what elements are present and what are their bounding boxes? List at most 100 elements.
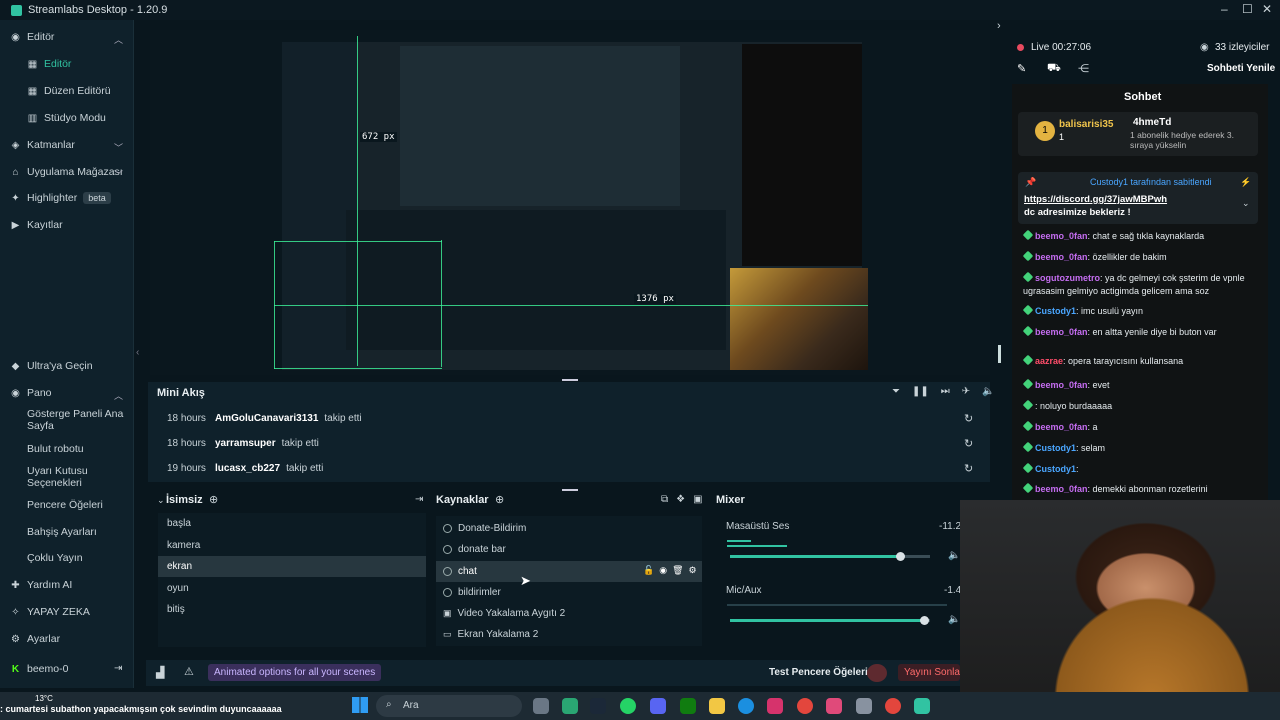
replay-icon[interactable]: ↻ (964, 412, 973, 425)
speaker-icon[interactable]: 🔈 (948, 550, 960, 561)
collapse-arrow-icon[interactable]: ‹ (136, 347, 139, 358)
sidebar-item-help-ai[interactable]: ✚ Yardım AI (10, 579, 72, 591)
speaker-icon[interactable]: 🔈 (948, 614, 960, 625)
chat-username[interactable]: beemo_0fan (1035, 380, 1088, 390)
chat-username[interactable]: beemo_0fan (1035, 327, 1088, 337)
source-item[interactable]: ▭ Ekran Yakalama 2 (443, 629, 538, 640)
unpin-icon[interactable]: ⚡ (1240, 177, 1251, 188)
edit-icon[interactable]: ✎ (1017, 62, 1026, 75)
sidebar-item-ultra[interactable]: ◆ Ultra'ya Geçin (10, 360, 93, 372)
gear-icon[interactable]: ⚙ (689, 565, 697, 576)
add-source-icon[interactable]: ⊕ (495, 493, 504, 506)
sidebar-item-cloudbot[interactable]: Bulut robotu (27, 443, 84, 455)
xbox-icon[interactable] (680, 698, 696, 714)
lock-icon[interactable]: 🔓 (643, 565, 654, 576)
record-button[interactable] (867, 664, 887, 682)
collapse-icon[interactable]: ⌄ (157, 495, 165, 506)
sidebar-item-layers[interactable]: ◈ Katmanlar (10, 139, 75, 151)
resize-handle[interactable] (998, 345, 1001, 363)
source-item[interactable]: bildirimler (443, 587, 501, 598)
sidebar-item-studio-mode[interactable]: ▥ Stüdyo Modu (27, 112, 106, 124)
scene-item[interactable]: ekran (167, 561, 192, 572)
chat-username[interactable]: Custody1 (1035, 464, 1076, 474)
taskbar-app-icon[interactable] (826, 698, 842, 714)
chevron-right-icon[interactable]: › (997, 20, 1001, 32)
chat-username[interactable]: beemo_0fan (1035, 231, 1088, 241)
replay-icon[interactable]: ↻ (964, 437, 973, 450)
sidebar-item-dashboard[interactable]: Gösterge Paneli Ana Sayfa (27, 408, 127, 432)
sidebar-item-app-store[interactable]: ⌂ Uygulama Mağazası (10, 166, 122, 178)
pinned-link[interactable]: https://discord.gg/37jawMBPwh (1024, 194, 1167, 205)
properties-icon[interactable]: ▣ (693, 494, 702, 505)
scene-item[interactable]: bitiş (167, 604, 185, 615)
sidebar-item-highlighter[interactable]: ✦ Highlighter beta (10, 192, 111, 204)
folder-icon[interactable] (709, 698, 725, 714)
volume-slider[interactable] (730, 552, 930, 561)
drag-handle[interactable] (562, 489, 578, 491)
chat-username[interactable]: beemo_0fan (1035, 422, 1088, 432)
mute-alerts-icon[interactable]: ✈ (962, 386, 970, 397)
source-item[interactable]: Donate-Bildirim (443, 523, 526, 534)
maximize-icon[interactable]: ☐ (1242, 2, 1253, 16)
folder-icon[interactable]: ⧉ (661, 494, 668, 505)
stats-icon[interactable]: ▟ (156, 666, 164, 679)
sidebar-group-pano[interactable]: ◉ Pano (10, 387, 51, 399)
source-item[interactable]: donate bar (443, 544, 506, 555)
sidebar-item-recordings[interactable]: ▶ Kayıtlar (10, 219, 63, 231)
source-item[interactable]: chat (443, 566, 477, 577)
filter-icon[interactable]: ⏷ (892, 386, 900, 397)
sidebar-item-settings[interactable]: ⚙ Ayarlar (10, 633, 60, 645)
source-item[interactable]: ▣ Video Yakalama Aygıtı 2 (443, 608, 565, 619)
minimize-icon[interactable]: – (1221, 2, 1228, 16)
volume-knob[interactable] (896, 552, 905, 561)
sidebar-item-alertbox[interactable]: Uyarı Kutusu Seçenekleri (27, 465, 127, 489)
scene-item[interactable]: oyun (167, 583, 189, 594)
promo-button[interactable]: Animated options for all your scenes (208, 664, 382, 681)
eye-icon[interactable]: ◉ (659, 565, 667, 576)
taskbar-app-icon[interactable] (562, 698, 578, 714)
truck-icon[interactable]: ⛟ (1047, 62, 1061, 76)
chat-username[interactable]: Custody1 (1035, 306, 1076, 316)
taskbar-search[interactable] (376, 695, 522, 717)
scene-transition-icon[interactable]: ⇥ (415, 494, 423, 505)
streamlabs-icon[interactable] (914, 698, 930, 714)
logout-icon[interactable]: ⇥ (114, 663, 122, 674)
chrome-icon[interactable] (797, 698, 813, 714)
replay-icon[interactable]: ↻ (964, 462, 973, 475)
chrome-icon[interactable] (885, 698, 901, 714)
sidebar-item-editor[interactable]: ▦ Editör (27, 58, 72, 70)
sidebar-item-ai[interactable]: ✧ YAPAY ZEKA (10, 606, 90, 618)
end-stream-button[interactable]: Yayını Sonla (898, 664, 960, 681)
share-icon[interactable]: ⋲ (1078, 62, 1089, 75)
sidebar-item-tip-settings[interactable]: Bahşiş Ayarları (27, 526, 97, 538)
whatsapp-icon[interactable] (620, 698, 636, 714)
volume-slider[interactable] (730, 616, 930, 625)
test-widgets-button[interactable]: Test Pencere Öğeleri (769, 667, 868, 678)
steam-icon[interactable] (590, 698, 606, 714)
discord-icon[interactable] (650, 698, 666, 714)
group-icon[interactable]: ❖ (676, 494, 685, 505)
sidebar-item-multistream[interactable]: Çoklu Yayın (27, 552, 83, 564)
chat-username[interactable]: beemo_0fan (1035, 484, 1088, 494)
pause-icon[interactable]: ❚❚ (912, 386, 929, 397)
chat-username[interactable]: sogutozumetro (1035, 273, 1100, 283)
chat-username[interactable]: beemo_0fan (1035, 252, 1088, 262)
instagram-icon[interactable] (767, 698, 783, 714)
chat-username[interactable]: aazrae (1035, 356, 1063, 366)
edge-icon[interactable] (738, 698, 754, 714)
add-scene-icon[interactable]: ⊕ (209, 493, 218, 506)
refresh-chat-button[interactable]: Sohbeti Yenile (1207, 63, 1275, 74)
sidebar-item-widgets[interactable]: Pencere Öğeleri (27, 499, 103, 511)
volume-icon[interactable]: 🔈 (982, 386, 994, 397)
chat-username[interactable]: Custody1 (1035, 443, 1076, 453)
sidebar-item-layout-editor[interactable]: ▦ Düzen Editörü (27, 85, 111, 97)
drag-handle[interactable] (562, 379, 578, 381)
windows-start-icon[interactable] (352, 697, 368, 713)
scene-item[interactable]: kamera (167, 540, 200, 551)
sidebar-user[interactable]: Kbeemo-0 (10, 663, 69, 675)
taskbar-app-icon[interactable] (533, 698, 549, 714)
close-icon[interactable]: ✕ (1262, 2, 1272, 16)
trash-icon[interactable]: 🗑 (672, 565, 683, 576)
scene-item[interactable]: başla (167, 518, 191, 529)
alert-icon[interactable]: ⚠ (184, 665, 194, 678)
